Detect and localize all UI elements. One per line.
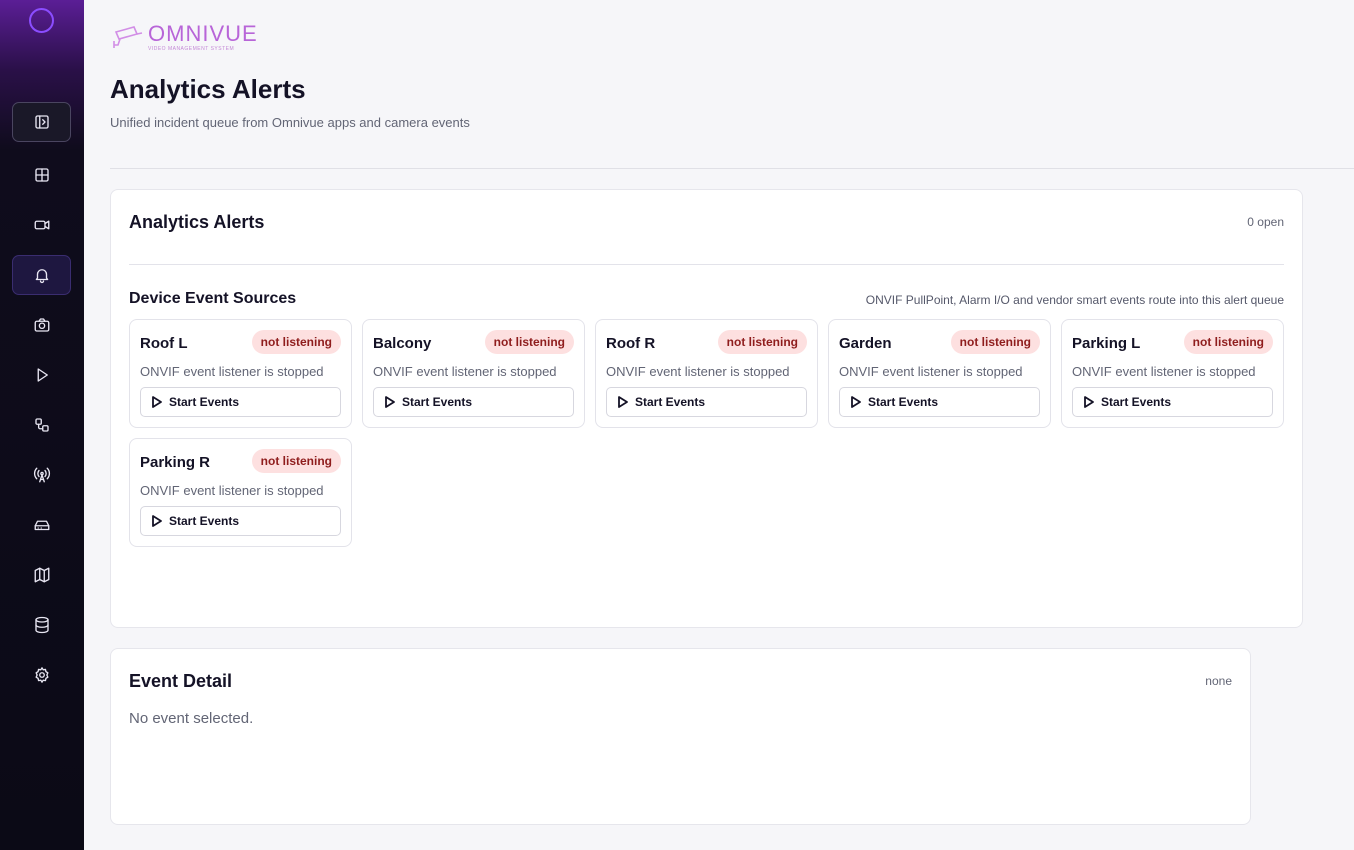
source-name: Garden: [839, 335, 892, 352]
source-name: Parking R: [140, 454, 211, 471]
status-badge: not listening: [251, 449, 341, 473]
event-detail-meta: none: [1205, 674, 1232, 688]
play-icon: [1084, 396, 1094, 408]
play-icon: [385, 396, 395, 408]
source-status: ONVIF event listener is stopped: [140, 483, 324, 498]
start-events-button[interactable]: Start Events: [373, 387, 574, 417]
database-icon: [34, 616, 49, 634]
sidebar-item-snapshots[interactable]: [12, 305, 71, 345]
sidebar-item-dashboard[interactable]: [12, 155, 71, 195]
status-badge: not listening: [717, 330, 807, 354]
start-events-button[interactable]: Start Events: [839, 387, 1040, 417]
device-sources-title: Device Event Sources: [129, 290, 297, 307]
card-divider: [129, 264, 1284, 265]
source-status: ONVIF event listener is stopped: [606, 364, 790, 379]
header-divider: [110, 168, 1354, 169]
status-badge: not listening: [950, 330, 1040, 354]
status-badge: not listening: [251, 330, 341, 354]
play-icon: [618, 396, 628, 408]
sidebar: [0, 0, 84, 850]
bell-icon: [35, 269, 48, 284]
brand-tagline: VIDEO MANAGEMENT SYSTEM: [148, 46, 235, 52]
source-card-roof-r: Roof R not listening ONVIF event listene…: [595, 319, 818, 428]
page-title: Analytics Alerts: [110, 74, 306, 104]
play-icon: [37, 368, 48, 382]
source-status: ONVIF event listener is stopped: [373, 364, 557, 379]
start-events-button[interactable]: Start Events: [1072, 387, 1273, 417]
source-card-parking-l: Parking L not listening ONVIF event list…: [1061, 319, 1284, 428]
hard-drive-icon: [34, 520, 49, 531]
source-card-garden: Garden not listening ONVIF event listene…: [828, 319, 1051, 428]
alerts-card-title: Analytics Alerts: [129, 212, 265, 232]
app-logo-icon[interactable]: [29, 8, 54, 33]
workflow-icon: [34, 418, 49, 432]
source-name: Roof L: [140, 335, 188, 352]
status-badge: not listening: [1183, 330, 1273, 354]
sidebar-item-map[interactable]: [12, 555, 71, 595]
analytics-alerts-card: Analytics Alerts 0 open Device Event Sou…: [110, 189, 1303, 628]
status-badge: not listening: [484, 330, 574, 354]
source-name: Balcony: [373, 335, 432, 352]
play-icon: [851, 396, 861, 408]
sidebar-item-storage[interactable]: [12, 505, 71, 545]
brand-logo: OMNIVUE VIDEO MANAGEMENT SYSTEM: [112, 22, 258, 52]
start-events-button[interactable]: Start Events: [140, 387, 341, 417]
sidebar-item-alerts[interactable]: [12, 255, 71, 295]
source-status: ONVIF event listener is stopped: [1072, 364, 1256, 379]
source-name: Parking L: [1072, 335, 1141, 352]
source-card-parking-r: Parking R not listening ONVIF event list…: [129, 438, 352, 547]
source-status: ONVIF event listener is stopped: [839, 364, 1023, 379]
sidebar-item-broadcast[interactable]: [12, 455, 71, 495]
source-status: ONVIF event listener is stopped: [140, 364, 324, 379]
panel-toggle-icon: [34, 115, 49, 129]
grid-icon: [34, 168, 49, 182]
sidebar-item-settings[interactable]: [12, 655, 71, 695]
source-name: Roof R: [606, 335, 656, 352]
event-detail-title: Event Detail: [129, 671, 233, 691]
event-detail-empty: No event selected.: [129, 710, 254, 727]
sidebar-item-cameras[interactable]: [12, 205, 71, 245]
antenna-icon: [33, 467, 50, 483]
play-icon: [152, 396, 162, 408]
start-events-button[interactable]: Start Events: [140, 506, 341, 536]
sidebar-item-playback[interactable]: [12, 355, 71, 395]
source-card-roof-l: Roof L not listening ONVIF event listene…: [129, 319, 352, 428]
brand-name: OMNIVUE: [148, 21, 258, 46]
camera-icon: [34, 318, 49, 332]
source-card-balcony: Balcony not listening ONVIF event listen…: [362, 319, 585, 428]
play-icon: [152, 515, 162, 527]
event-detail-card: Event Detail none No event selected.: [110, 648, 1251, 825]
cctv-camera-icon: [112, 22, 146, 55]
device-sources-note: ONVIF PullPoint, Alarm I/O and vendor sm…: [865, 293, 1284, 307]
sidebar-toggle-button[interactable]: [12, 102, 71, 142]
settings-icon: [34, 667, 49, 683]
sidebar-item-database[interactable]: [12, 605, 71, 645]
video-camera-icon: [34, 220, 49, 230]
sidebar-item-workflows[interactable]: [12, 405, 71, 445]
open-count: 0 open: [1247, 215, 1284, 229]
page-subtitle: Unified incident queue from Omnivue apps…: [110, 115, 470, 130]
map-icon: [34, 567, 49, 583]
start-events-button[interactable]: Start Events: [606, 387, 807, 417]
